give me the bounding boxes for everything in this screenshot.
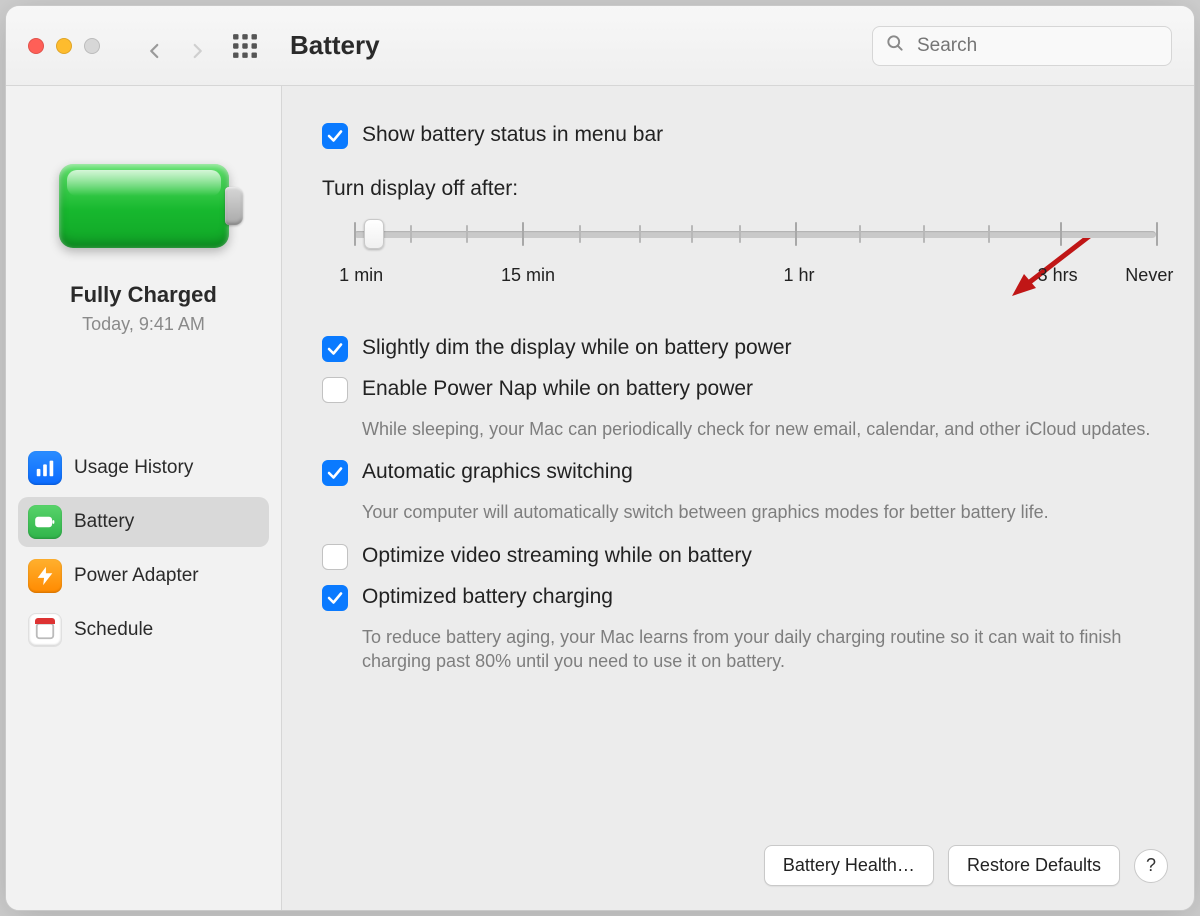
- slider-thumb[interactable]: [364, 219, 384, 249]
- option-video-streaming-checkbox[interactable]: [322, 544, 348, 570]
- show-status-row: Show battery status in menu bar: [322, 122, 1166, 149]
- schedule-icon: [28, 613, 62, 647]
- slider-ticks: [354, 225, 1156, 243]
- show-status-checkbox[interactable]: [322, 123, 348, 149]
- body: Fully Charged Today, 9:41 AM Usage Histo…: [6, 86, 1194, 910]
- option-dim-display: Slightly dim the display while on batter…: [322, 335, 1166, 362]
- sidebar-item-power-adapter[interactable]: Power Adapter: [18, 551, 269, 601]
- option-video-streaming: Optimize video streaming while on batter…: [322, 543, 1166, 570]
- battery-health-button[interactable]: Battery Health…: [764, 845, 934, 886]
- option-optimized-charging-checkbox[interactable]: [322, 585, 348, 611]
- pane-title: Battery: [290, 30, 380, 61]
- sidebar-item-label: Battery: [74, 511, 134, 533]
- display-off-slider[interactable]: [334, 215, 1160, 255]
- slider-label-3hrs: 3 hrs: [1038, 265, 1078, 286]
- restore-defaults-button[interactable]: Restore Defaults: [948, 845, 1120, 886]
- battery-status-title: Fully Charged: [70, 282, 217, 308]
- battery-icon: [28, 505, 62, 539]
- option-power-nap-checkbox[interactable]: [322, 377, 348, 403]
- option-power-nap: Enable Power Nap while on battery power: [322, 376, 1166, 403]
- window-controls: [28, 38, 100, 54]
- battery-graphic: [59, 164, 229, 248]
- zoom-window[interactable]: [84, 38, 100, 54]
- help-button[interactable]: ?: [1134, 849, 1168, 883]
- battery-hero: Fully Charged Today, 9:41 AM: [18, 164, 269, 335]
- search-field[interactable]: [872, 26, 1172, 66]
- option-power-nap-desc: While sleeping, your Mac can periodicall…: [362, 417, 1166, 441]
- option-optimized-charging-desc: To reduce battery aging, your Mac learns…: [362, 625, 1166, 674]
- option-auto-graphics: Automatic graphics switching: [322, 459, 1166, 486]
- nav-buttons: [146, 37, 206, 55]
- option-optimized-charging: Optimized battery charging: [322, 584, 1166, 611]
- slider-label-15min: 15 min: [501, 265, 555, 286]
- battery-status-time: Today, 9:41 AM: [82, 314, 205, 335]
- footer: Battery Health… Restore Defaults ?: [764, 845, 1168, 886]
- sidebar: Fully Charged Today, 9:41 AM Usage Histo…: [6, 86, 282, 910]
- sidebar-item-label: Schedule: [74, 619, 153, 641]
- display-off-label: Turn display off after:: [322, 177, 1166, 201]
- forward-button[interactable]: [188, 37, 206, 55]
- option-label: Slightly dim the display while on batter…: [362, 335, 792, 361]
- minimize-window[interactable]: [56, 38, 72, 54]
- sidebar-list: Usage History Battery Power Adapter: [18, 443, 269, 655]
- show-all-icon[interactable]: [232, 33, 258, 59]
- show-status-label: Show battery status in menu bar: [362, 122, 663, 148]
- close-window[interactable]: [28, 38, 44, 54]
- option-label: Enable Power Nap while on battery power: [362, 376, 753, 402]
- search-icon: [885, 33, 905, 58]
- option-auto-graphics-desc: Your computer will automatically switch …: [362, 500, 1166, 524]
- sidebar-item-usage-history[interactable]: Usage History: [18, 443, 269, 493]
- option-label: Automatic graphics switching: [362, 459, 633, 485]
- toolbar: Battery: [6, 6, 1194, 86]
- back-button[interactable]: [146, 37, 164, 55]
- search-input[interactable]: [915, 34, 1159, 58]
- slider-label-never: Never: [1125, 265, 1173, 286]
- option-label: Optimized battery charging: [362, 584, 613, 610]
- slider-label-1hr: 1 hr: [784, 265, 815, 286]
- sidebar-item-label: Power Adapter: [74, 565, 199, 587]
- battery-preferences-window: Battery Fully Charged Today, 9:41 AM: [5, 5, 1195, 911]
- sidebar-item-battery[interactable]: Battery: [18, 497, 269, 547]
- sidebar-item-label: Usage History: [74, 457, 193, 479]
- option-label: Optimize video streaming while on batter…: [362, 543, 752, 569]
- slider-label-1min: 1 min: [339, 265, 383, 286]
- sidebar-item-schedule[interactable]: Schedule: [18, 605, 269, 655]
- power-adapter-icon: [28, 559, 62, 593]
- slider-labels: 1 min 15 min 1 hr 3 hrs Never: [332, 265, 1166, 291]
- option-auto-graphics-checkbox[interactable]: [322, 460, 348, 486]
- usage-history-icon: [28, 451, 62, 485]
- option-dim-display-checkbox[interactable]: [322, 336, 348, 362]
- main-content: Show battery status in menu bar Turn dis…: [282, 86, 1194, 910]
